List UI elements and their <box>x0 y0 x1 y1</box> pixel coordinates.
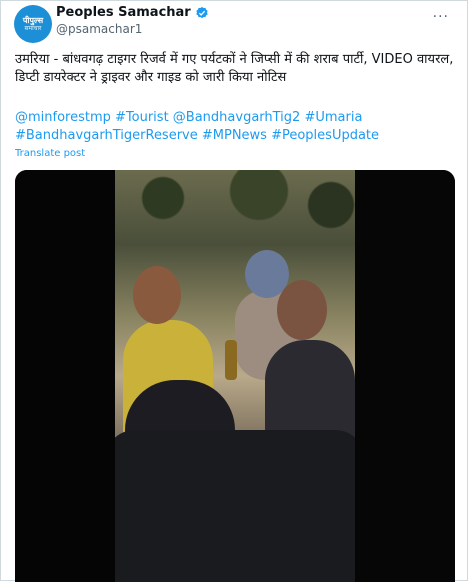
avatar-logo-line2: समाचार <box>24 25 42 32</box>
post-text: उमरिया - बांधवगढ़ टाइगर रिजर्व में गए पर… <box>15 52 454 85</box>
video-frame <box>115 170 355 582</box>
more-options-icon[interactable]: ··· <box>433 9 449 25</box>
video-trees <box>115 170 355 240</box>
post-hashtags[interactable]: @minforestmp #Tourist @BandhavgarhTig2 #… <box>15 109 455 145</box>
author-row: Peoples Samachar <box>56 5 209 20</box>
tweet-card: पीपुल्स समाचार Peoples Samachar @psamach… <box>0 0 468 582</box>
avatar-logo-line1: पीपुल्स <box>22 16 44 25</box>
video-person-yellow-head <box>133 266 181 324</box>
video-blur-right <box>355 170 455 582</box>
author-handle[interactable]: @psamachar1 <box>56 22 142 36</box>
video-bottle <box>225 340 237 380</box>
video-vehicle <box>115 430 355 582</box>
video-person-right-head <box>277 280 327 340</box>
translate-post-link[interactable]: Translate post <box>15 148 85 159</box>
video-player[interactable] <box>15 170 455 582</box>
video-blur-left <box>15 170 115 582</box>
verified-badge-icon <box>196 6 208 18</box>
avatar[interactable]: पीपुल्स समाचार <box>14 5 52 43</box>
author-name[interactable]: Peoples Samachar <box>56 5 191 20</box>
